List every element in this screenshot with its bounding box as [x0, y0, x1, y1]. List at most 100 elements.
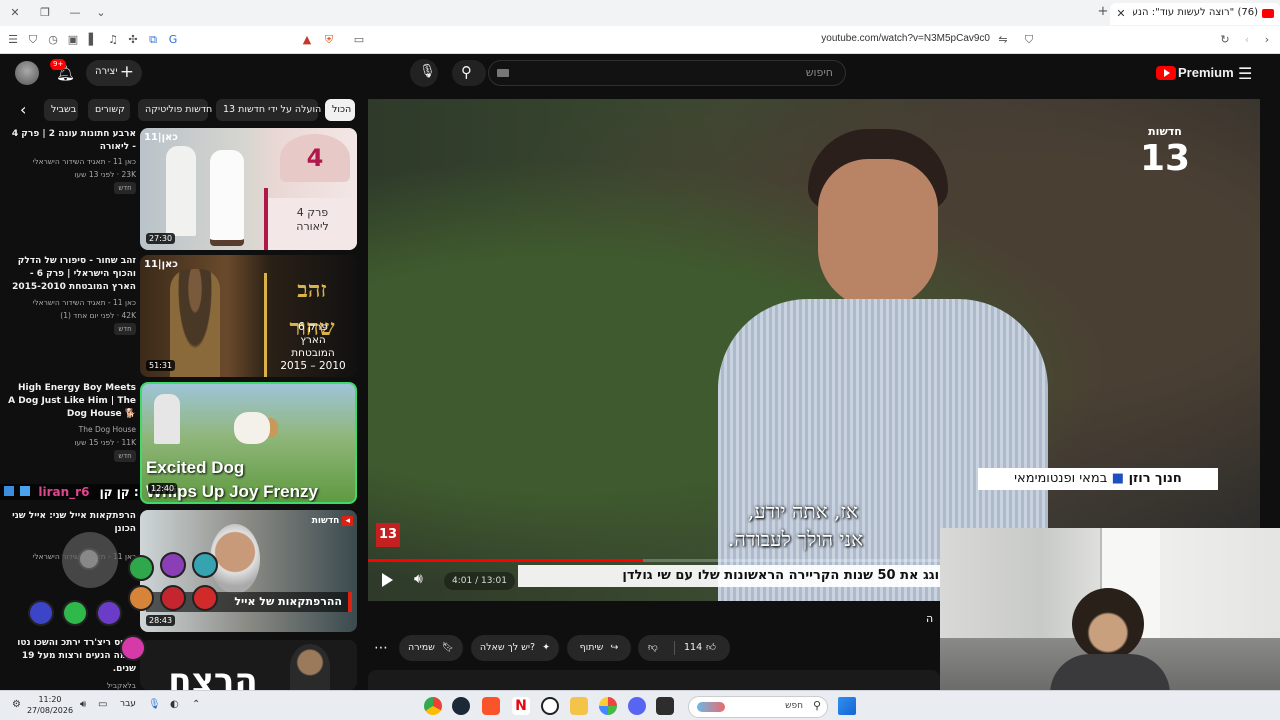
browser-tab-bar: ✕ ❐ — ⌄ + ✕ (76) "רוצה לעשות עוד": הנער — [0, 0, 1280, 26]
network-tray-icon[interactable]: ◐ — [170, 699, 179, 710]
channel-name[interactable]: כאן 11 - תאגיד השידור הישראלי — [8, 296, 136, 309]
subtitle-line: אז, אתה יודע, — [748, 499, 859, 523]
tab-list-chevron-icon[interactable]: ⌄ — [94, 6, 108, 20]
display-tray-icon[interactable]: ▭ — [98, 699, 107, 710]
forward-icon[interactable]: › — [1260, 33, 1274, 47]
active-tab[interactable]: ✕ (76) "רוצה לעשות עוד": הנער — [1110, 3, 1280, 25]
channel-name[interactable]: The Dog House — [8, 423, 136, 436]
music-icon[interactable]: ♫ — [106, 33, 120, 47]
restore-window-icon[interactable]: ❐ — [38, 6, 52, 20]
arrow-right-purple-icon — [96, 600, 122, 626]
translate-icon[interactable]: G — [166, 33, 180, 47]
streamer-name: liran_r6 — [38, 485, 90, 499]
back-icon[interactable]: ‹ — [1240, 33, 1254, 47]
bookmark-icon[interactable]: ⛉ — [1022, 33, 1036, 47]
taskbar-search-input[interactable]: ⚲ חפש — [688, 696, 828, 718]
menu-icon[interactable]: ☰ — [6, 33, 20, 47]
voice-search-button[interactable]: 🎙︎ — [410, 59, 438, 87]
new-badge: חדש — [114, 323, 136, 335]
chips-scroll-left-icon[interactable]: ‹ — [20, 100, 26, 119]
ask-button[interactable]: יש לך שאלה? ✦ — [471, 635, 559, 661]
language-indicator[interactable]: עבר — [120, 699, 136, 709]
thumb-tag: חדשות ◂ — [312, 516, 353, 526]
video-title[interactable]: הרפתקאות אייל שני: אייל שני הכונן — [8, 510, 136, 536]
chip-uploaded-by[interactable]: הועלה על ידי חדשות 13 — [216, 99, 322, 121]
video-title[interactable]: זהב שחור - סיפורו של הדלק והכוף הישראלי … — [8, 255, 136, 294]
channel-name[interactable]: כאן 11 - תאגיד השידור הישראלי — [8, 155, 136, 168]
play-button-icon[interactable] — [382, 573, 393, 587]
video-thumbnail[interactable]: כאן|11 4 פרק 4 ליאורה 27:30 — [140, 128, 357, 250]
volume-icon[interactable]: 🔊︎ — [414, 571, 423, 587]
video-thumbnail[interactable]: Excited Dog Whips Up Joy Frenzy 12:40 — [140, 382, 357, 504]
video-title[interactable]: High Energy Boy Meets A Dog Just Like Hi… — [8, 382, 136, 421]
brave-shield-icon[interactable]: ⛨ — [322, 33, 336, 47]
steam-app-icon[interactable] — [452, 697, 470, 715]
shield-icon[interactable]: ⛉ — [26, 33, 40, 47]
extension-icon[interactable]: ⧉ — [146, 33, 160, 47]
circle-teal-button-icon — [192, 552, 218, 578]
speaker-tray-icon[interactable]: 🔊︎ — [80, 699, 86, 710]
video-title[interactable]: מקיס ריצ'רד ירתכ והשכו נטו אומה הנעים ור… — [8, 637, 136, 676]
create-button[interactable]: יצירה + — [86, 60, 142, 86]
thumb-tag: זהב שחור — [289, 277, 335, 341]
save-button[interactable]: שמירה 🔖︎ — [399, 635, 463, 661]
logo-label: Premium — [1178, 65, 1234, 80]
video-thumbnail[interactable]: הרצח — [140, 640, 357, 690]
site-settings-icon[interactable]: ⇋ — [996, 33, 1010, 47]
tab-close-icon[interactable]: ✕ — [1114, 7, 1128, 21]
arrow-down-blue-icon — [28, 600, 54, 626]
chip-more[interactable]: בשביל — [44, 99, 78, 121]
chatgpt-app-icon[interactable] — [541, 697, 559, 715]
video-title[interactable]: ארבע חתונות עונה 2 | פרק 4 - ליאורה — [8, 128, 136, 154]
terminal-app-icon[interactable] — [656, 697, 674, 715]
notifications-button[interactable]: 🔔︎ 9+ — [50, 59, 76, 86]
news-ticker: חוגג את 50 שנות הקריירה הראשונות שלו עם … — [518, 565, 958, 587]
create-label: יצירה — [95, 66, 118, 77]
new-tab-icon[interactable]: + — [1096, 5, 1110, 19]
mic-icon: 🎙︎ — [419, 64, 436, 79]
guide-menu-icon[interactable]: ☰ — [1238, 64, 1252, 83]
notifications-tray-icon[interactable]: ⚙︎ — [12, 699, 21, 710]
taskbar-search-icon: ⚲ — [812, 699, 821, 712]
chip-label: קשורים — [95, 104, 125, 115]
file-explorer-icon[interactable] — [570, 697, 588, 715]
sidebar-icon[interactable]: ▌ — [86, 33, 100, 47]
brave-app-icon[interactable] — [482, 697, 500, 715]
share-button[interactable]: שיתוף ↪ — [567, 635, 631, 661]
avatar[interactable] — [15, 61, 39, 85]
warning-icon[interactable]: ▲ — [300, 33, 314, 47]
more-actions-button[interactable]: ⋯ — [370, 635, 392, 661]
browser-toolbar: ☰ ⛉ ◷ ▣ ▌ ♫ ✣ ⧉ G ▲ ⛨ ▭ youtube.com/watc… — [0, 26, 1280, 54]
show-hidden-icons-icon[interactable]: ⌃ — [192, 699, 200, 710]
discord-app-icon[interactable] — [628, 697, 646, 715]
netflix-app-icon[interactable]: N — [512, 697, 530, 715]
search-input[interactable]: חיפוש — [488, 60, 846, 86]
chip-all[interactable]: הכול — [325, 99, 355, 121]
close-window-icon[interactable]: ✕ — [8, 6, 22, 20]
thumb-caption: פרק 6 הארץ המובטחת 2015 – 2010 — [280, 321, 346, 372]
chip-related[interactable]: קשורים — [88, 99, 130, 121]
duration-badge: 12:40 — [148, 483, 178, 494]
video-player[interactable]: חדשות 13 חנוך רוזן ■ במאי ופנטומימאי אז,… — [368, 99, 1260, 601]
address-bar[interactable]: youtube.com/watch?v=N3M5pCav9c0 — [780, 33, 990, 44]
reload-icon[interactable]: ↻ — [1218, 33, 1232, 47]
dislike-icon[interactable]: 👎︎ — [648, 635, 658, 661]
search-button[interactable]: ⚲ — [452, 60, 486, 86]
chip-politics[interactable]: חדשות פוליטיקה — [138, 99, 212, 121]
bookmark-icon: 🔖︎ — [441, 642, 454, 653]
chip-label: הועלה על ידי חדשות 13 — [223, 104, 322, 115]
taskbar-datetime[interactable]: 11:20 27/08/2026 — [26, 694, 74, 716]
video-thumbnail[interactable]: כאן|11 זהב שחור פרק 6 הארץ המובטחת 2015 – 2… — [140, 255, 357, 377]
minimize-window-icon[interactable]: — — [68, 6, 82, 20]
like-icon[interactable]: 👍︎ — [706, 635, 716, 661]
triangle-button-icon — [160, 552, 186, 578]
tabs-icon[interactable]: ▣ — [66, 33, 80, 47]
chrome-app-icon[interactable] — [424, 697, 442, 715]
puzzle-icon[interactable]: ✣ — [126, 33, 140, 47]
paint-app-icon[interactable] — [599, 697, 617, 715]
screen-icon[interactable]: ▭ — [352, 33, 366, 47]
history-icon[interactable]: ◷ — [46, 33, 60, 47]
time-current: 4:01 — [452, 576, 473, 586]
start-button-icon[interactable] — [838, 697, 856, 715]
mic-tray-icon[interactable]: 🎙︎ — [148, 699, 161, 710]
